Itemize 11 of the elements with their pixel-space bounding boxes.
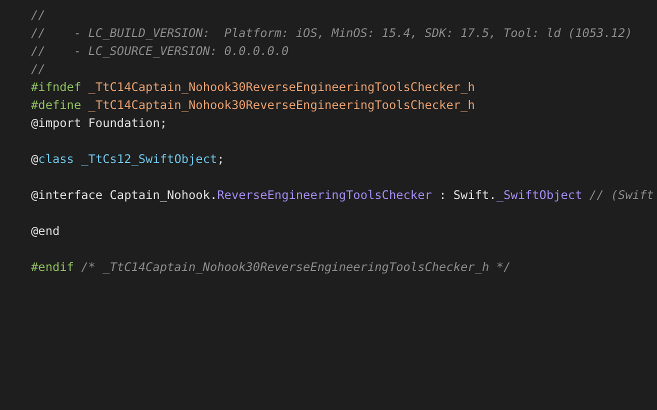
code-line: @interface Captain_Nohook.ReverseEngineeringToolsChecker : Swift._SwiftObject // (Swift: [31, 187, 654, 204]
code-line: // - LC_BUILD_VERSION: Platform: iOS, MinOS: 15.4, SDK: 17.5, Tool: ld (1053.12): [31, 25, 632, 42]
code-line: @class _TtCs12_SwiftObject;: [31, 151, 224, 168]
code-line: @import Foundation;: [31, 115, 168, 132]
code-line: #define _TtC14Captain_Nohook30ReverseEngineeringToolsChecker_h: [31, 97, 475, 114]
code-line: #endif /* _TtC14Captain_Nohook30ReverseEngineeringToolsChecker_h */: [31, 259, 511, 276]
code-line: // - LC_SOURCE_VERSION: 0.0.0.0.0: [31, 43, 289, 60]
code-line: @end: [31, 223, 60, 240]
code-line: //: [31, 61, 46, 78]
code-line: #ifndef _TtC14Captain_Nohook30ReverseEngineeringToolsChecker_h: [31, 79, 475, 96]
code-line: //: [31, 7, 46, 24]
